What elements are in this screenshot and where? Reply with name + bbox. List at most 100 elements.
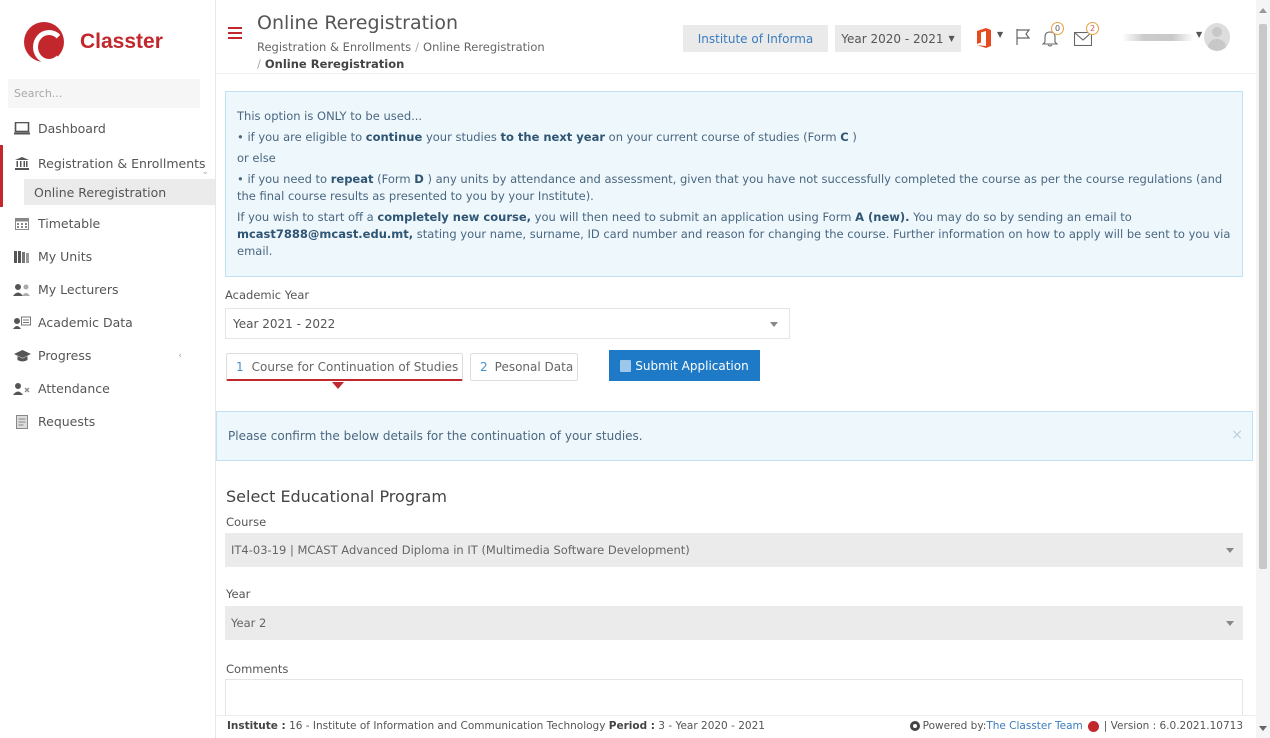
footer-powered: Powered by: The Classter Team | Version … — [909, 720, 1243, 732]
sidebar-item-attendance[interactable]: Attendance — [0, 372, 215, 405]
sidebar-item-progress[interactable]: Progress ‹ — [0, 339, 215, 372]
sidebar-item-academic-data[interactable]: Academic Data — [0, 306, 215, 339]
info-line: This option is ONLY to be used... — [237, 109, 423, 123]
main-content: This option is ONLY to be used... • if y… — [216, 75, 1256, 715]
document-icon — [13, 414, 31, 429]
users-icon — [13, 283, 31, 297]
year-selector-button[interactable]: Year 2020 - 2021 ▼ — [835, 25, 961, 52]
active-step-indicator — [332, 382, 344, 389]
year-selector-label: Year 2020 - 2021 — [841, 31, 944, 46]
classter-logo-icon — [24, 22, 65, 64]
user-card-icon — [13, 316, 31, 330]
breadcrumb-item-registration[interactable]: Registration & Enrollments — [257, 40, 411, 54]
footer-info: Institute : 16 - Institute of Informatio… — [227, 720, 765, 732]
info-line: If you wish to start off a completely ne… — [237, 210, 1231, 258]
info-line: • if you are eligible to continue your s… — [237, 130, 857, 144]
sidebar-search-input[interactable] — [8, 79, 200, 108]
sidebar-item-label: Requests — [38, 414, 96, 429]
year-value: Year 2 — [231, 616, 267, 630]
sidebar-item-label: Dashboard — [38, 121, 106, 136]
flag-icon[interactable] — [1016, 29, 1030, 45]
avatar[interactable] — [1204, 23, 1230, 51]
section-title: Select Educational Program — [226, 487, 447, 506]
academic-year-value: Year 2021 - 2022 — [233, 316, 336, 331]
notifications-badge: 0 — [1051, 22, 1064, 35]
sidebar-item-dashboard[interactable]: Dashboard — [0, 112, 215, 145]
sidebar-item-requests[interactable]: Requests — [0, 405, 215, 438]
books-icon — [13, 250, 31, 264]
caret-down-icon — [1226, 548, 1234, 553]
year-label: Year — [226, 587, 251, 601]
top-header: Online Reregistration Registration & Enr… — [216, 0, 1256, 74]
classter-mini-logo-icon — [1087, 720, 1099, 732]
user-name-blurred[interactable] — [1122, 34, 1194, 41]
sidebar: Classter Dashboard Registration & Enroll… — [0, 0, 216, 738]
caret-down-icon: ▼ — [948, 34, 955, 43]
sidebar-item-label: Progress — [38, 348, 92, 363]
office-caret-icon[interactable]: ▼ — [997, 30, 1003, 39]
course-value: IT4-03-19 | MCAST Advanced Diploma in IT… — [231, 543, 690, 557]
footer: Institute : 16 - Institute of Informatio… — [216, 715, 1256, 738]
submit-label: Submit Application — [635, 358, 749, 373]
sidebar-item-registration[interactable]: Registration & Enrollments ⌄ — [0, 145, 215, 181]
course-select[interactable]: IT4-03-19 | MCAST Advanced Diploma in IT… — [225, 533, 1243, 567]
info-line: • if you need to repeat (Form D ) any un… — [237, 172, 1223, 203]
step-number: 2 — [480, 360, 488, 374]
sidebar-item-label: Registration & Enrollments — [38, 155, 206, 171]
page-title: Online Reregistration — [257, 12, 458, 34]
chevron-left-icon: ‹ — [178, 350, 182, 361]
github-icon — [909, 721, 920, 731]
breadcrumb: Registration & Enrollments / Online Reregi… — [257, 40, 545, 71]
submit-application-button[interactable]: Submit Application — [609, 350, 760, 381]
step-number: 1 — [236, 359, 244, 374]
sidebar-nav: Dashboard Registration & Enrollments ⌄ O… — [0, 112, 215, 438]
step-label: Pesonal Data — [494, 360, 574, 374]
scroll-down-icon[interactable] — [1259, 726, 1267, 731]
user-caret-icon[interactable]: ▼ — [1196, 30, 1202, 39]
page-scrollbar[interactable] — [1256, 0, 1270, 738]
sidebar-item-label: Attendance — [38, 381, 110, 396]
step-label: Course for Continuation of Studies — [251, 359, 459, 374]
academic-year-select[interactable]: Year 2021 - 2022 — [225, 308, 790, 339]
caret-down-icon — [1226, 621, 1234, 626]
menu-toggle-icon[interactable] — [228, 27, 242, 39]
sidebar-submenu: Online Reregistration — [0, 179, 215, 207]
user-x-icon — [13, 382, 31, 396]
save-icon — [620, 359, 632, 372]
sidebar-item-label: My Units — [38, 249, 93, 264]
chevron-down-icon: ⌄ — [201, 167, 209, 177]
sidebar-item-label: Academic Data — [38, 315, 133, 330]
info-alert: This option is ONLY to be used... • if y… — [225, 91, 1243, 277]
confirm-alert: Please confirm the below details for the… — [216, 411, 1253, 461]
classter-team-link[interactable]: The Classter Team — [986, 720, 1082, 732]
sidebar-item-label: Timetable — [38, 216, 101, 231]
breadcrumb-current: Online Reregistration — [264, 57, 405, 71]
monitor-icon — [13, 122, 31, 136]
academic-year-label: Academic Year — [225, 288, 310, 302]
scroll-up-icon[interactable] — [1259, 8, 1267, 13]
graduation-cap-icon — [13, 349, 31, 363]
institution-icon — [13, 156, 31, 170]
sidebar-item-my-lecturers[interactable]: My Lecturers — [0, 273, 215, 306]
breadcrumb-item-online-reregistration[interactable]: Online Reregistration — [423, 40, 545, 54]
messages-badge: 2 — [1086, 22, 1099, 35]
office-icon[interactable] — [976, 28, 992, 48]
logo-text: Classter — [80, 30, 163, 53]
tab-course-continuation[interactable]: 1 Course for Continuation of Studies — [226, 353, 463, 381]
sidebar-subitem-online-reregistration[interactable]: Online Reregistration — [24, 179, 215, 205]
confirm-text: Please confirm the below details for the… — [228, 429, 643, 443]
sidebar-item-timetable[interactable]: Timetable — [0, 207, 215, 240]
calendar-icon — [13, 217, 31, 231]
institute-selector-button[interactable]: Institute of Informa — [683, 25, 828, 52]
sidebar-item-my-units[interactable]: My Units — [0, 240, 215, 273]
sidebar-item-label: My Lecturers — [38, 282, 119, 297]
scroll-thumb[interactable] — [1259, 24, 1267, 569]
close-icon[interactable]: × — [1231, 427, 1243, 443]
comments-label: Comments — [226, 662, 289, 676]
caret-down-icon — [770, 322, 778, 327]
tab-personal-data[interactable]: 2 Pesonal Data — [470, 353, 578, 381]
info-line: or else — [237, 151, 276, 165]
year-select[interactable]: Year 2 — [225, 606, 1243, 640]
comments-textarea[interactable] — [225, 679, 1243, 715]
classter-logo[interactable]: Classter — [24, 22, 163, 64]
